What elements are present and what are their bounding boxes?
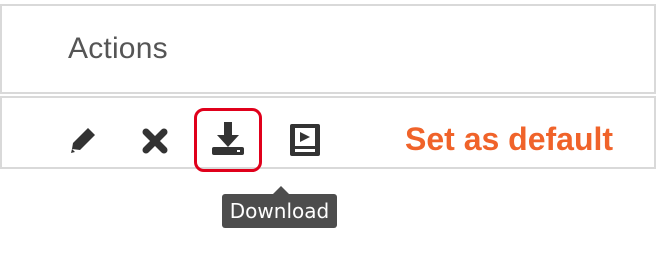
edit-icon[interactable] xyxy=(66,123,100,157)
actions-panel: Actions Set as default Download xyxy=(0,0,660,254)
download-icon xyxy=(210,119,246,157)
actions-header-title: Actions xyxy=(68,32,168,65)
actions-header: Actions xyxy=(0,4,656,94)
delete-icon[interactable] xyxy=(140,126,170,156)
preview-icon[interactable] xyxy=(286,121,324,159)
tooltip-arrow xyxy=(273,186,289,194)
set-as-default-button[interactable]: Set as default xyxy=(405,121,613,158)
download-tooltip: Download xyxy=(222,194,337,228)
